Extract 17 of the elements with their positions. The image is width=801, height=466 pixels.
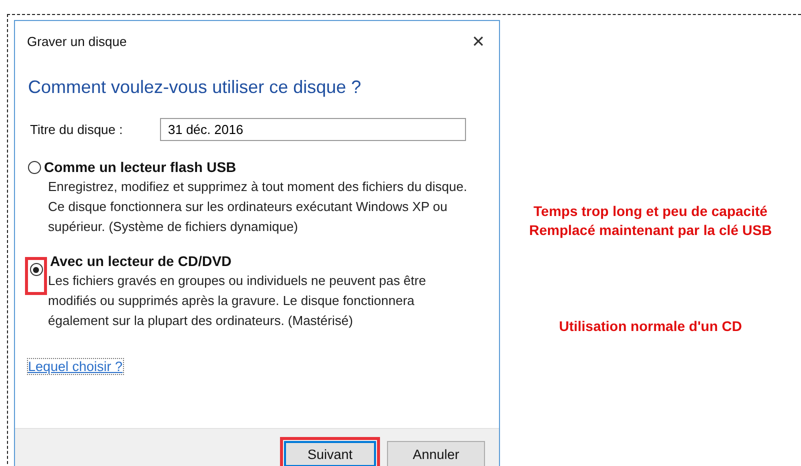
option-label[interactable]: Avec un lecteur de CD/DVD <box>50 253 232 269</box>
field-label: Titre du disque : <box>29 122 124 137</box>
dialog-heading: Comment voulez-vous utiliser ce disque ? <box>28 77 362 98</box>
close-button[interactable]: ✕ <box>468 32 489 50</box>
annotation-text: Remplacé maintenant par la clé USB <box>529 221 772 240</box>
option-description: Les fichiers gravés en groupes ou individuels ne peuvent pas être modifiés ou supprimés après la gravure. Le disque fonctionnera également sur la plupart des ordinateurs. (Mastérisé) <box>48 272 427 330</box>
radio-button[interactable] <box>30 263 42 276</box>
window-title: Graver un disque <box>27 34 127 48</box>
option-description: Enregistrez, modifiez et supprimez à tout moment des fichiers du disque. Ce disque fonctionnera sur les ordinateurs exécutant Windows XP ou supérieur. (Système de fichiers dynamique) <box>48 178 468 236</box>
cancel-button[interactable]: Annuler <box>387 441 485 466</box>
annotation-text: Temps trop long et peu de capacité <box>532 202 768 221</box>
annotation-text: Utilisation normale d'un CD <box>558 318 742 334</box>
input-field[interactable]: 31 déc. 2016 <box>160 118 466 141</box>
next-button[interactable]: Suivant <box>284 441 376 466</box>
help-link[interactable]: Lequel choisir ? <box>28 359 123 374</box>
radio-button[interactable] <box>28 160 41 174</box>
option-label[interactable]: Comme un lecteur flash USB <box>44 159 236 175</box>
